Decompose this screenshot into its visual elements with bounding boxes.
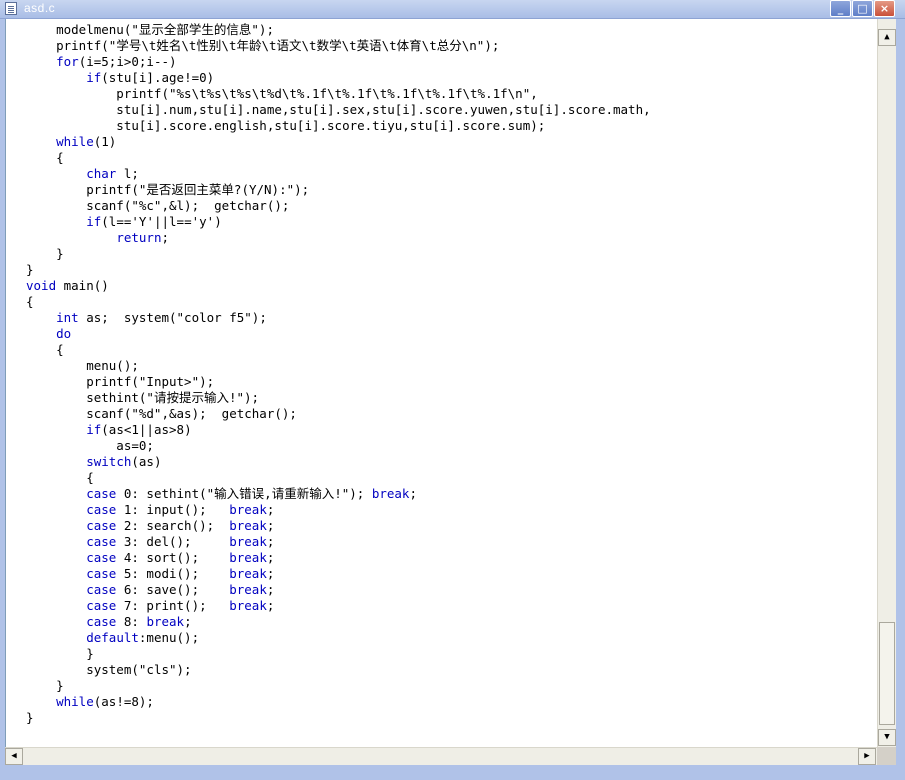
code-line[interactable]: for(i=5;i>0;i--)	[26, 54, 651, 70]
code-line[interactable]: case 2: search(); break;	[26, 518, 651, 534]
code-editor-area[interactable]: modelmenu("显示全部学生的信息"); printf("学号\t姓名\t…	[5, 19, 878, 747]
scroll-left-arrow-icon[interactable]: ◀	[5, 748, 23, 765]
code-line[interactable]: case 6: save(); break;	[26, 582, 651, 598]
code-line[interactable]: return;	[26, 230, 651, 246]
source-code[interactable]: modelmenu("显示全部学生的信息"); printf("学号\t姓名\t…	[26, 22, 651, 726]
code-line[interactable]: stu[i].score.english,stu[i].score.tiyu,s…	[26, 118, 651, 134]
code-line[interactable]: {	[26, 342, 651, 358]
code-line[interactable]: case 7: print(); break;	[26, 598, 651, 614]
code-line[interactable]: char l;	[26, 166, 651, 182]
code-line[interactable]: printf("Input>");	[26, 374, 651, 390]
code-line[interactable]: menu();	[26, 358, 651, 374]
code-editor-window: asd.c _ □ × modelmenu("显示全部学生的信息"); prin…	[0, 0, 905, 780]
window-title: asd.c	[24, 1, 56, 15]
scroll-down-arrow-icon[interactable]: ▼	[878, 729, 896, 746]
code-line[interactable]: case 5: modi(); break;	[26, 566, 651, 582]
vertical-scrollbar[interactable]: ▲ ▼	[877, 19, 896, 747]
scroll-right-arrow-icon[interactable]: ▶	[858, 748, 876, 765]
code-line[interactable]: sethint("请按提示输入!");	[26, 390, 651, 406]
code-line[interactable]: {	[26, 294, 651, 310]
code-line[interactable]: case 4: sort(); break;	[26, 550, 651, 566]
close-button[interactable]: ×	[874, 0, 895, 17]
code-line[interactable]: }	[26, 646, 651, 662]
code-line[interactable]: printf("%s\t%s\t%s\t%d\t%.1f\t%.1f\t%.1f…	[26, 86, 651, 102]
code-line[interactable]: while(1)	[26, 134, 651, 150]
code-line[interactable]: if(as<1||as>8)	[26, 422, 651, 438]
horizontal-scrollbar[interactable]: ◀ ▶	[5, 747, 877, 765]
vertical-scroll-thumb[interactable]	[879, 622, 895, 725]
window-bottom-border	[0, 765, 905, 780]
code-line[interactable]: scanf("%c",&l); getchar();	[26, 198, 651, 214]
maximize-button[interactable]: □	[852, 0, 873, 17]
code-line[interactable]: {	[26, 150, 651, 166]
code-line[interactable]: }	[26, 262, 651, 278]
code-line[interactable]: }	[26, 246, 651, 262]
document-icon	[5, 2, 17, 15]
code-line[interactable]: if(l=='Y'||l=='y')	[26, 214, 651, 230]
code-line[interactable]: default:menu();	[26, 630, 651, 646]
code-line[interactable]: }	[26, 710, 651, 726]
code-line[interactable]: case 1: input(); break;	[26, 502, 651, 518]
code-line[interactable]: printf("是否返回主菜单?(Y/N):");	[26, 182, 651, 198]
code-line[interactable]: as=0;	[26, 438, 651, 454]
code-line[interactable]: printf("学号\t姓名\t性别\t年龄\t语文\t数学\t英语\t体育\t…	[26, 38, 651, 54]
code-line[interactable]: while(as!=8);	[26, 694, 651, 710]
code-line[interactable]: system("cls");	[26, 662, 651, 678]
code-line[interactable]: void main()	[26, 278, 651, 294]
code-line[interactable]: stu[i].num,stu[i].name,stu[i].sex,stu[i]…	[26, 102, 650, 118]
code-line[interactable]: case 3: del(); break;	[26, 534, 651, 550]
code-line[interactable]: }	[26, 678, 651, 694]
code-line[interactable]: case 8: break;	[26, 614, 651, 630]
code-line[interactable]: modelmenu("显示全部学生的信息");	[26, 22, 651, 38]
code-line[interactable]: do	[26, 326, 651, 342]
code-line[interactable]: if(stu[i].age!=0)	[26, 70, 651, 86]
code-line[interactable]: {	[26, 470, 651, 486]
minimize-button[interactable]: _	[830, 0, 851, 17]
code-line[interactable]: switch(as)	[26, 454, 651, 470]
scroll-up-arrow-icon[interactable]: ▲	[878, 29, 896, 46]
title-bar[interactable]: asd.c _ □ ×	[0, 0, 905, 19]
scrollbar-corner	[877, 747, 896, 765]
code-line[interactable]: int as; system("color f5");	[26, 310, 651, 326]
code-line[interactable]: case 0: sethint("输入错误,请重新输入!"); break;	[26, 486, 651, 502]
code-line[interactable]: scanf("%d",&as); getchar();	[26, 406, 651, 422]
